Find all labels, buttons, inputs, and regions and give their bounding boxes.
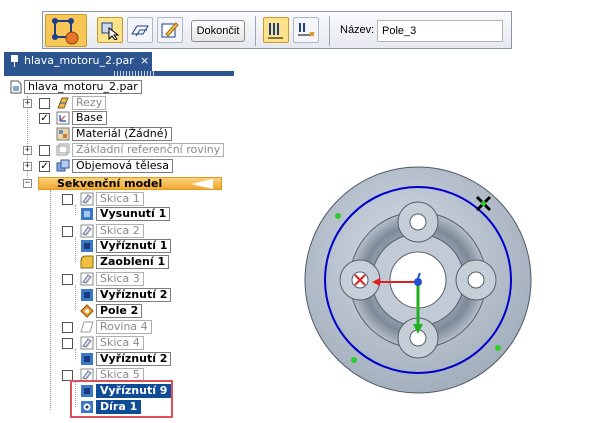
- pattern-feature-icon: [52, 18, 79, 45]
- collapse-icon[interactable]: −: [23, 179, 32, 188]
- finish-button[interactable]: Dokončit: [191, 20, 245, 42]
- expand-icon[interactable]: +: [23, 146, 32, 155]
- keypoint[interactable]: [335, 213, 341, 219]
- rollback-arrow-icon[interactable]: [191, 179, 213, 189]
- count-spacing-button[interactable]: [293, 17, 319, 43]
- tree-item-bodies[interactable]: Objemová tělesa: [72, 159, 174, 173]
- pane-grip[interactable]: [4, 71, 234, 76]
- tree-item-material[interactable]: Materiál (Žádné): [72, 127, 172, 141]
- tree-root-label: hlava_motoru_2.par: [24, 80, 142, 94]
- highlight-box: [70, 380, 173, 418]
- select-geometry-icon: [101, 22, 120, 40]
- tree-item-base[interactable]: Base: [72, 111, 107, 125]
- tree-item-skica3[interactable]: Skica 3: [96, 272, 144, 286]
- round-icon: [80, 255, 94, 269]
- boss-top: [397, 201, 439, 243]
- bodies-icon: [56, 159, 70, 173]
- profile-plane-icon: [131, 25, 149, 37]
- sketch-icon: [80, 336, 94, 350]
- tree-item-vyriznuti1[interactable]: Vyříznutí 1: [96, 239, 172, 253]
- profile-plane-button[interactable]: [127, 17, 153, 43]
- count-spacing-icon: [298, 23, 315, 37]
- tree-item-skica1[interactable]: Skica 1: [96, 192, 144, 206]
- tree-connector: [75, 237, 76, 262]
- visibility-checkbox[interactable]: [39, 145, 50, 156]
- tree-connector: [75, 285, 76, 310]
- tab-title: hlava_motoru_2.par: [24, 54, 134, 67]
- expand-icon[interactable]: +: [23, 162, 32, 171]
- part-model[interactable]: [300, 160, 560, 420]
- close-icon[interactable]: ×: [140, 52, 149, 70]
- toolbar-separator: [255, 16, 256, 46]
- tree-item-zaobleni1[interactable]: Zaoblení 1: [96, 255, 170, 269]
- sketch-icon: [80, 224, 94, 238]
- boss-right: [455, 259, 497, 301]
- visibility-checkbox[interactable]: [62, 194, 73, 205]
- visibility-checkbox[interactable]: [39, 98, 50, 109]
- command-bar: Dokončit Název: Pole_3: [42, 11, 512, 49]
- plane-icon: [80, 320, 94, 334]
- draw-sketch-button[interactable]: [157, 17, 183, 43]
- cutout-icon: [80, 288, 94, 302]
- base-coordinate-icon: [56, 111, 70, 125]
- expand-icon[interactable]: +: [23, 99, 32, 108]
- sketch-icon: [80, 192, 94, 206]
- visibility-checkbox[interactable]: [62, 226, 73, 237]
- toolbar-separator: [329, 16, 330, 46]
- select-geometry-button[interactable]: [97, 17, 123, 43]
- model-viewport[interactable]: [300, 160, 560, 423]
- document-tab[interactable]: hlava_motoru_2.par ×: [4, 52, 152, 71]
- draw-sketch-icon: [161, 22, 179, 38]
- name-label: Název:: [340, 24, 375, 36]
- visibility-checkbox[interactable]: [62, 338, 73, 349]
- part-document-icon: [10, 80, 24, 94]
- sequential-model-bar[interactable]: Sekvenční model: [38, 177, 222, 190]
- visibility-checkbox[interactable]: ✓: [39, 161, 50, 172]
- reference-planes-icon: [56, 143, 70, 157]
- pattern-icon: [80, 304, 94, 318]
- fill-pattern-icon: [268, 23, 283, 39]
- tree-connector: [50, 190, 51, 410]
- sketch-icon: [80, 272, 94, 286]
- extrude-icon: [80, 207, 94, 221]
- tree-connector: [75, 349, 76, 359]
- tree-item-skica4[interactable]: Skica 4: [96, 336, 144, 350]
- cutout-icon: [80, 239, 94, 253]
- tree-item-vyriznuti2[interactable]: Vyříznutí 2: [96, 288, 172, 302]
- tree-item-sequential: Sekvenční model: [57, 177, 163, 190]
- tree-item-rovina4[interactable]: Rovina 4: [96, 320, 152, 334]
- keypoint[interactable]: [495, 345, 501, 351]
- tree-item-ref-planes[interactable]: Základní referenční roviny: [72, 143, 225, 157]
- section-icon: [56, 96, 70, 110]
- visibility-checkbox[interactable]: [62, 274, 73, 285]
- tree-connector: [75, 205, 76, 215]
- tree-item-pole2[interactable]: Pole 2: [96, 304, 143, 318]
- visibility-checkbox[interactable]: [62, 322, 73, 333]
- tree-item-skica2[interactable]: Skica 2: [96, 224, 144, 238]
- tree-item-rezy[interactable]: Řezy: [72, 96, 107, 110]
- pattern-feature-button[interactable]: [45, 14, 87, 47]
- name-input[interactable]: Pole_3: [377, 20, 503, 42]
- cutout-icon: [80, 352, 94, 366]
- material-icon: [56, 127, 70, 141]
- tree-item-vysunuti1[interactable]: Vysunutí 1: [96, 207, 171, 221]
- tree-item-vyriznuti2-b[interactable]: Vyříznutí 2: [96, 352, 172, 366]
- visibility-checkbox[interactable]: ✓: [39, 113, 50, 124]
- fill-pattern-button[interactable]: [263, 17, 289, 43]
- keypoint[interactable]: [351, 357, 357, 363]
